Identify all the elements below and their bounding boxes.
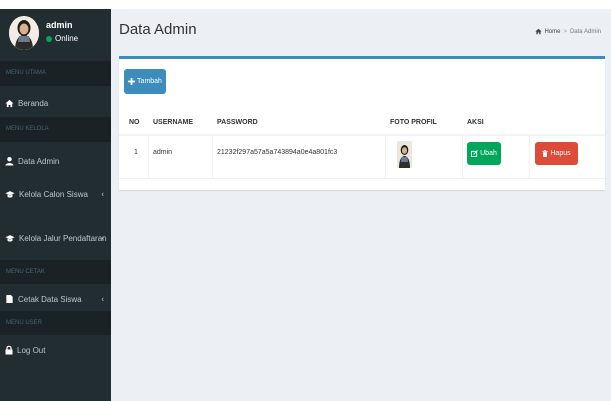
page: admin Online MENU UTAMA Beranda MENU KEL…: [0, 0, 611, 401]
add-button[interactable]: Tambah: [124, 69, 166, 94]
sidebar-header-menu-cetak: MENU CETAK: [0, 260, 111, 284]
column-header-username: USERNAME: [153, 119, 194, 126]
sidebar-item-label: Beranda: [18, 98, 49, 108]
breadcrumb-current: Data Admin: [569, 28, 601, 35]
graduation-cap-icon: [5, 190, 15, 198]
trash-icon: [542, 150, 548, 157]
table-header-divider: [119, 134, 605, 136]
breadcrumb-separator: >: [563, 28, 567, 35]
user-icon: [5, 156, 14, 166]
profile-photo: [397, 141, 412, 168]
edit-button[interactable]: Ubah: [467, 142, 501, 165]
column-header-aksi: AKSI: [467, 119, 484, 126]
delete-button-label: Hapus: [550, 150, 571, 157]
cell-password: 21232f297a57a5a743894a0e4a801fc3: [217, 149, 338, 156]
cell-username: admin: [153, 149, 173, 156]
delete-button[interactable]: Hapus: [535, 142, 578, 165]
user-name: admin: [46, 20, 73, 30]
sidebar-item-kelola-calon-siswa[interactable]: Kelola Calon Siswa ‹: [0, 179, 111, 209]
table-row-divider: [119, 178, 605, 179]
data-admin-box: Tambah NO USERNAME PASSWORD FOTO PROFIL …: [119, 56, 605, 190]
breadcrumb-home[interactable]: Home: [544, 29, 560, 35]
column-divider: [385, 136, 386, 178]
status-text: Online: [55, 34, 79, 43]
sidebar-item-cetak-data-siswa[interactable]: Cetak Data Siswa ‹: [0, 284, 111, 314]
edit-button-label: Ubah: [480, 150, 497, 157]
column-header-foto-profil: FOTO PROFIL: [390, 119, 437, 126]
avatar: [9, 16, 39, 50]
chevron-left-icon: ‹: [101, 294, 104, 304]
column-header-password: PASSWORD: [217, 119, 258, 126]
sidebar-item-label: Kelola Jalur Pendaftaran: [19, 233, 107, 243]
column-divider: [462, 136, 463, 178]
user-status: Online: [46, 34, 78, 43]
sidebar: admin Online MENU UTAMA Beranda MENU KEL…: [0, 9, 111, 401]
sidebar-item-label: Cetak Data Siswa: [18, 294, 82, 304]
sidebar-header-menu-kelola: MENU KELOLA: [0, 117, 111, 142]
column-divider: [529, 136, 530, 178]
sidebar-item-beranda[interactable]: Beranda: [0, 89, 111, 117]
column-divider: [212, 136, 213, 178]
sidebar-item-label: Kelola Calon Siswa: [19, 189, 88, 199]
add-button-label: Tambah: [137, 78, 162, 85]
page-title: Data Admin: [119, 21, 197, 38]
sidebar-item-label: Data Admin: [18, 156, 60, 166]
column-divider: [148, 136, 149, 178]
edit-icon: [471, 150, 479, 157]
home-icon: [535, 28, 543, 35]
file-icon: [6, 294, 13, 304]
sidebar-header-menu-user: MENU USER: [0, 311, 111, 335]
chevron-left-icon: ‹: [101, 233, 104, 243]
user-panel: admin Online: [0, 9, 111, 57]
breadcrumb: Home > Data Admin: [535, 28, 601, 35]
chevron-left-icon: ‹: [101, 189, 104, 199]
graduation-cap-icon: [5, 234, 15, 242]
sidebar-item-label: Log Out: [17, 345, 46, 355]
home-icon: [5, 99, 14, 107]
column-header-no: NO: [129, 119, 140, 126]
lock-icon: [5, 345, 13, 355]
plus-icon: [128, 78, 136, 85]
sidebar-item-data-admin[interactable]: Data Admin: [0, 146, 111, 176]
sidebar-item-log-out[interactable]: Log Out: [0, 335, 111, 365]
content-area: Data Admin Home > Data Admin Tambah NO U…: [111, 9, 611, 401]
online-dot-icon: [46, 35, 52, 42]
sidebar-item-kelola-jalur-pendaftaran[interactable]: Kelola Jalur Pendaftaran ‹: [0, 223, 111, 253]
sidebar-header-menu-utama: MENU UTAMA: [0, 61, 111, 86]
cell-no: 1: [134, 149, 138, 156]
